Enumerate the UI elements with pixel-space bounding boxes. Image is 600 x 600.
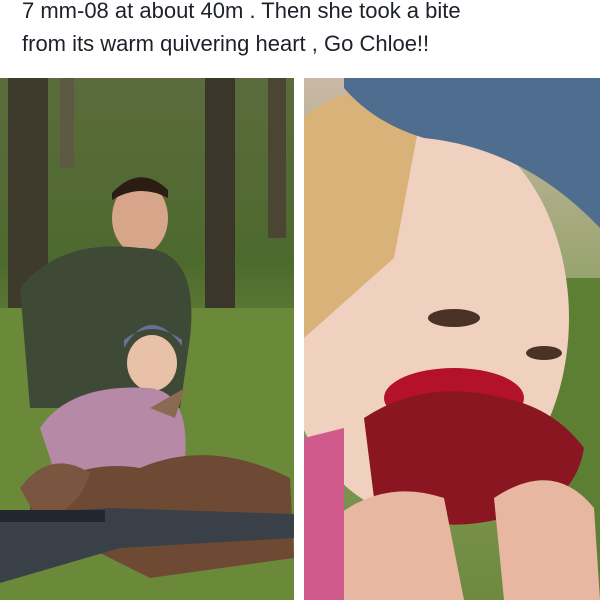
caption-line-2: from its warm quivering heart , Go Chloe… <box>22 31 430 56</box>
girl-eye <box>428 309 480 327</box>
hunting-photo-left[interactable] <box>0 78 294 600</box>
hunting-scene-illustration <box>0 78 294 600</box>
tree-trunk <box>268 78 286 238</box>
girl-pink-jacket <box>304 428 344 600</box>
photo-divider <box>294 78 304 600</box>
girl-face <box>127 335 177 391</box>
caption-line-1: 7 mm-08 at about 40m . Then she took a b… <box>22 0 461 23</box>
tree-trunk <box>60 78 74 168</box>
post-caption: 7 mm-08 at about 40m . Then she took a b… <box>22 0 592 60</box>
hunting-photo-right[interactable] <box>304 78 600 600</box>
girl-hand <box>334 491 464 600</box>
heart-bite-illustration <box>304 78 600 600</box>
girl-eye <box>526 346 562 360</box>
girl-hand <box>494 480 600 600</box>
rifle-scope <box>0 510 105 522</box>
tree-trunk <box>205 78 235 308</box>
